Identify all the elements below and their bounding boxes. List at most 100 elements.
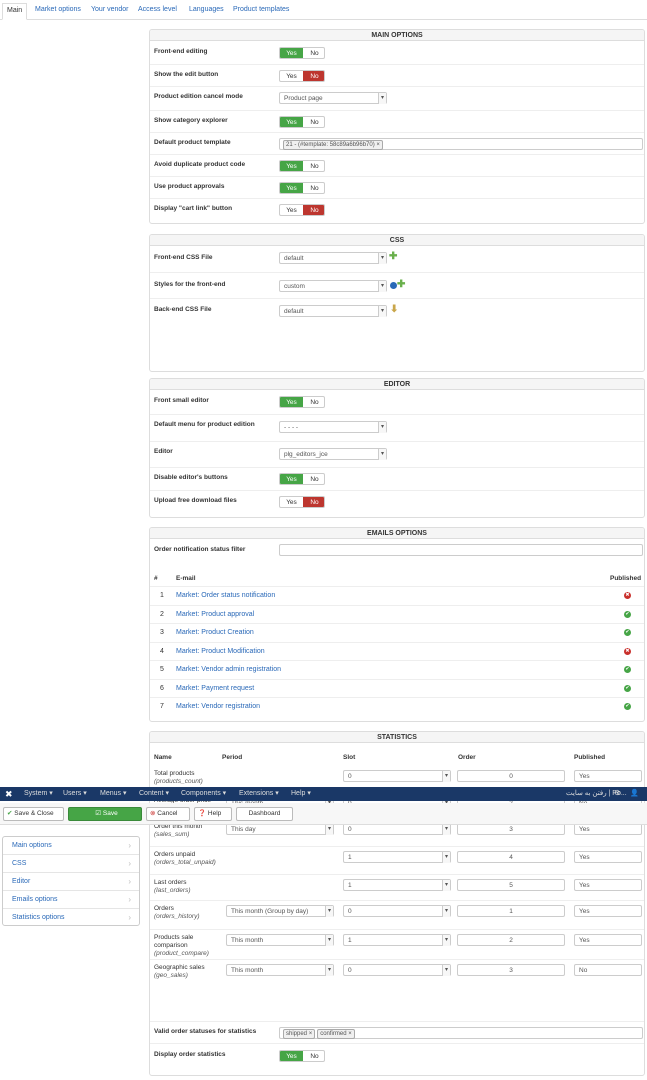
disable-buttons-toggle[interactable]: Yes No [279,473,325,485]
nav-emails-options[interactable]: Emails options › [3,891,139,909]
published-select[interactable]: Yes [574,905,642,917]
nav-css[interactable]: CSS › [3,855,139,873]
nav-editor[interactable]: Editor › [3,873,139,891]
yes-option[interactable]: Yes [280,1051,303,1061]
menu-help[interactable]: Help ▾ [291,787,311,801]
edit-icon[interactable] [390,282,397,289]
cart-link-toggle[interactable]: Yes No [279,204,325,216]
no-option[interactable]: No [303,71,324,81]
menu-users[interactable]: Users ▾ [63,787,87,801]
tab-languages[interactable]: Languages [189,3,224,20]
yes-option[interactable]: Yes [280,474,303,484]
tab-product-templates[interactable]: Product templates [233,3,289,20]
cancel-mode-select[interactable]: Product page ▾ [279,92,387,104]
add-icon[interactable]: ✚ [389,252,397,262]
slot-select[interactable]: 1 ▾ [343,934,451,946]
yes-option[interactable]: Yes [280,183,303,193]
email-link[interactable]: Market: Order status notification [176,592,275,599]
order-input[interactable]: 1 [457,905,565,917]
yes-option[interactable]: Yes [280,397,303,407]
tab-your-vendor[interactable]: Your vendor [91,3,129,20]
yes-option[interactable]: Yes [280,205,303,215]
no-option[interactable]: No [303,474,324,484]
email-link[interactable]: Market: Vendor registration [176,703,260,710]
upload-free-toggle[interactable]: Yes No [279,496,325,508]
no-option[interactable]: No [303,183,324,193]
order-input[interactable]: 3 [457,964,565,976]
slot-select[interactable]: 1 ▾ [343,879,451,891]
tab-access-level[interactable]: Access level [138,3,177,20]
no-option[interactable]: No [303,161,324,171]
menu-content[interactable]: Content ▾ [139,787,169,801]
published-select[interactable]: Yes [574,851,642,863]
no-option[interactable]: No [303,117,324,127]
filter-input[interactable] [279,544,643,556]
order-input[interactable]: 4 [457,851,565,863]
no-option[interactable]: No [303,1051,324,1061]
yes-option[interactable]: Yes [280,48,303,58]
cat-explorer-toggle[interactable]: Yes No [279,116,325,128]
cancel-button[interactable]: ⊗ Cancel [146,807,190,821]
help-button[interactable]: ❓ Help [194,807,232,821]
period-select[interactable]: This month▾ [226,934,334,946]
tab-main[interactable]: Main [2,3,27,20]
published-icon[interactable]: ✔ [624,610,631,618]
back-css-select[interactable]: default ▾ [279,305,387,317]
front-css-select[interactable]: default ▾ [279,252,387,264]
menu-components[interactable]: Components ▾ [181,787,226,801]
order-input[interactable]: 2 [457,934,565,946]
order-input[interactable]: 0 [457,770,565,782]
period-select[interactable]: This month (Group by day) ▾ [226,905,334,917]
period-select[interactable]: This month▾ [226,964,334,976]
show-edit-toggle[interactable]: Yes No [279,70,325,82]
yes-option[interactable]: Yes [280,497,303,507]
published-icon[interactable]: ✔ [624,684,631,692]
yes-option[interactable]: Yes [280,71,303,81]
add-icon[interactable]: ✚ [397,280,405,290]
published-select[interactable]: No [574,964,642,976]
published-icon[interactable]: ✔ [624,666,631,673]
styles-select[interactable]: custom ▾ [279,280,387,292]
def-menu-select[interactable]: - - - - ▾ [279,421,387,433]
no-option[interactable]: No [303,397,324,407]
published-icon[interactable]: ✔ [624,629,631,636]
email-link[interactable]: Market: Vendor admin registration [176,666,281,673]
slot-select[interactable]: 0▾ [343,770,451,782]
editor-select[interactable]: plg_editors_jce ▾ [279,448,387,460]
menu-system[interactable]: System ▾ [24,787,53,801]
small-editor-toggle[interactable]: Yes No [279,396,325,408]
user-icon[interactable]: 👤 [630,787,639,801]
email-link[interactable]: Market: Product Creation [176,629,254,636]
nav-statistics-options[interactable]: Statistics options › [3,909,139,927]
unpublished-icon[interactable]: ✖ [624,647,631,655]
front-edit-toggle[interactable]: Yes No [279,47,325,59]
template-tag[interactable]: 21 - (#template: 58c89a6b96b70) × [283,140,383,150]
yes-option[interactable]: Yes [280,117,303,127]
email-link[interactable]: Market: Payment request [176,685,254,692]
published-select[interactable]: Yes [574,879,642,891]
use-approvals-toggle[interactable]: Yes No [279,182,325,194]
menu-menus[interactable]: Menus ▾ [100,787,126,801]
avoid-dup-toggle[interactable]: Yes No [279,160,325,172]
no-option[interactable]: No [303,48,324,58]
email-link[interactable]: Market: Product approval [176,611,254,618]
statuses-input[interactable]: shipped × confirmed × [279,1027,643,1039]
published-select[interactable]: Yes [574,770,642,782]
published-select[interactable]: Yes [574,934,642,946]
save-button[interactable]: ☑ Save [68,807,142,821]
unpublished-icon[interactable]: ✖ [624,592,631,599]
def-template-input[interactable]: 21 - (#template: 58c89a6b96b70) × [279,138,643,150]
email-link[interactable]: Market: Product Modification [176,648,265,655]
joomla-logo-icon[interactable]: ✖ [5,787,13,801]
no-option[interactable]: No [303,497,324,507]
yes-option[interactable]: Yes [280,161,303,171]
tab-market-options[interactable]: Market options [35,3,81,20]
slot-select[interactable]: 0▾ [343,964,451,976]
nav-main-options[interactable]: Main options › [3,837,139,855]
save-close-button[interactable]: ✔ Save & Close [3,807,64,821]
order-input[interactable]: 5 [457,879,565,891]
status-tag[interactable]: confirmed × [317,1029,355,1039]
no-option[interactable]: No [303,205,324,215]
download-icon[interactable]: ⬇ [390,305,398,315]
display-stats-toggle[interactable]: Yes No [279,1050,325,1062]
